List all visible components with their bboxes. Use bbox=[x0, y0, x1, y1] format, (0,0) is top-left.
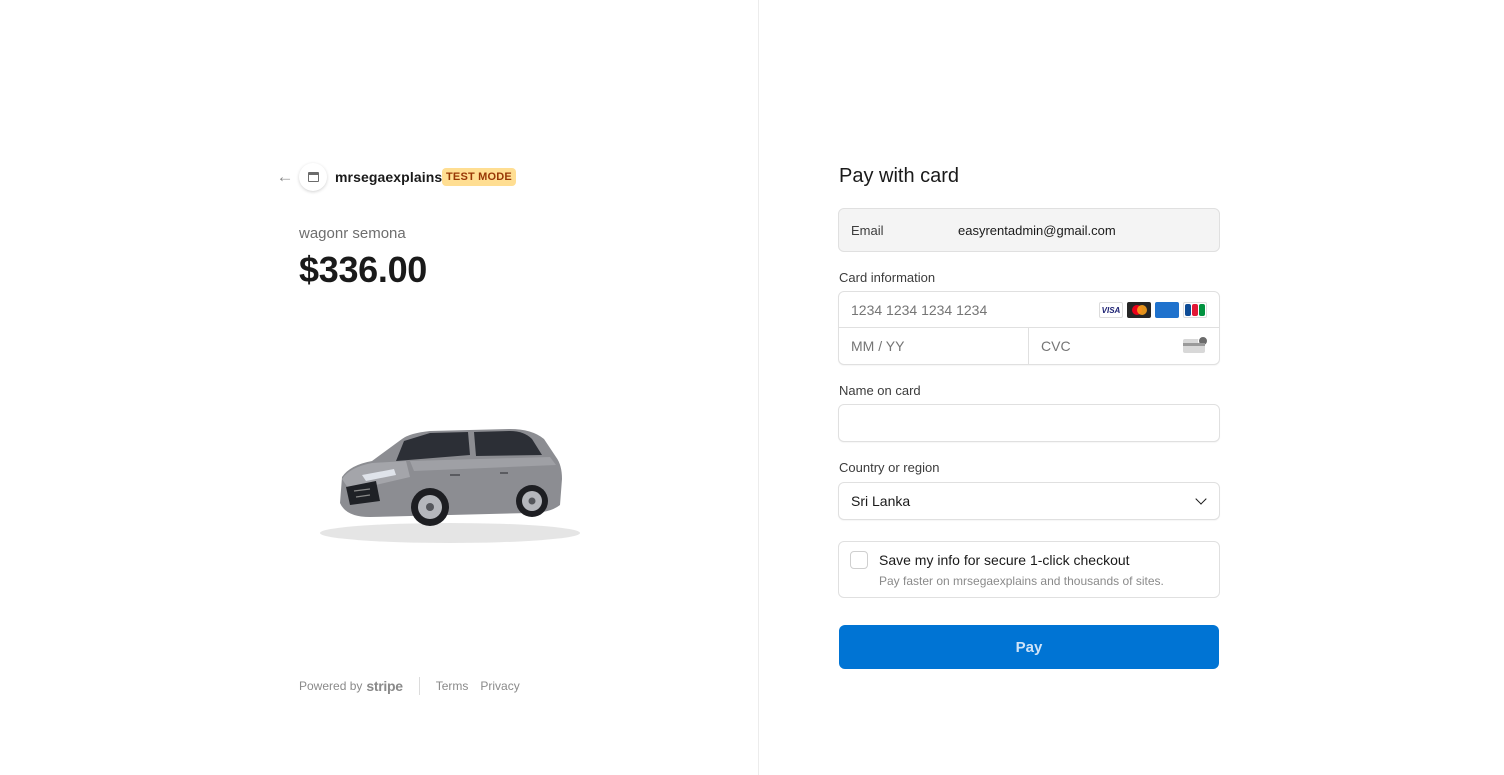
cvc-card-icon bbox=[1183, 336, 1208, 353]
product-price: $336.00 bbox=[299, 249, 428, 290]
save-info-subtitle: Pay faster on mrsegaexplains and thousan… bbox=[879, 574, 1164, 588]
email-field[interactable]: Email easyrentadmin@gmail.com bbox=[838, 208, 1220, 252]
country-select[interactable]: Sri Lanka bbox=[838, 482, 1220, 520]
country-value: Sri Lanka bbox=[851, 493, 911, 509]
product-image bbox=[320, 429, 580, 543]
save-info-title: Save my info for secure 1-click checkout bbox=[879, 552, 1130, 568]
card-brands: VISA bbox=[1099, 302, 1207, 318]
expiry-cell bbox=[839, 328, 1029, 364]
amex-icon bbox=[1155, 302, 1179, 318]
footer: Powered by stripe Terms Privacy bbox=[299, 677, 532, 695]
card-number-row: VISA bbox=[839, 292, 1219, 328]
card-expiry-cvc-row bbox=[839, 328, 1219, 364]
cvc-input[interactable] bbox=[1041, 338, 1161, 354]
powered-by-label: Powered by bbox=[299, 679, 363, 693]
test-mode-badge: TEST MODE bbox=[442, 168, 516, 186]
name-on-card-input[interactable] bbox=[838, 404, 1220, 442]
mastercard-icon bbox=[1127, 302, 1151, 318]
back-arrow-icon[interactable]: ← bbox=[276, 168, 294, 186]
card-number-input[interactable] bbox=[851, 301, 1081, 318]
pay-button[interactable]: Pay bbox=[839, 625, 1219, 669]
privacy-link[interactable]: Privacy bbox=[480, 679, 519, 693]
visa-icon: VISA bbox=[1099, 302, 1123, 318]
footer-divider bbox=[418, 677, 420, 695]
powered-by[interactable]: Powered by stripe bbox=[299, 678, 403, 694]
cvc-cell bbox=[1029, 328, 1219, 364]
product-name: wagonr semona bbox=[299, 225, 406, 242]
country-label: Country or region bbox=[839, 460, 940, 475]
jcb-icon bbox=[1183, 302, 1207, 318]
card-information-group: VISA bbox=[838, 291, 1220, 365]
order-summary-panel: ← mrsegaexplains TEST MODE wagonr semona… bbox=[0, 0, 758, 775]
merchant-name: mrsegaexplains bbox=[335, 169, 443, 185]
name-on-card-label: Name on card bbox=[839, 383, 921, 398]
card-information-label: Card information bbox=[839, 270, 936, 285]
save-info-box: Save my info for secure 1-click checkout… bbox=[838, 541, 1220, 598]
email-value: easyrentadmin@gmail.com bbox=[958, 222, 1116, 238]
store-icon bbox=[307, 172, 319, 182]
terms-link[interactable]: Terms bbox=[436, 679, 469, 693]
save-info-checkbox[interactable] bbox=[850, 551, 868, 569]
chevron-down-icon bbox=[1195, 493, 1207, 505]
stripe-logo: stripe bbox=[366, 678, 403, 694]
merchant-logo bbox=[299, 163, 327, 191]
email-label: Email bbox=[851, 222, 884, 238]
expiry-input[interactable] bbox=[851, 338, 1011, 354]
pay-with-card-title: Pay with card bbox=[839, 165, 960, 187]
